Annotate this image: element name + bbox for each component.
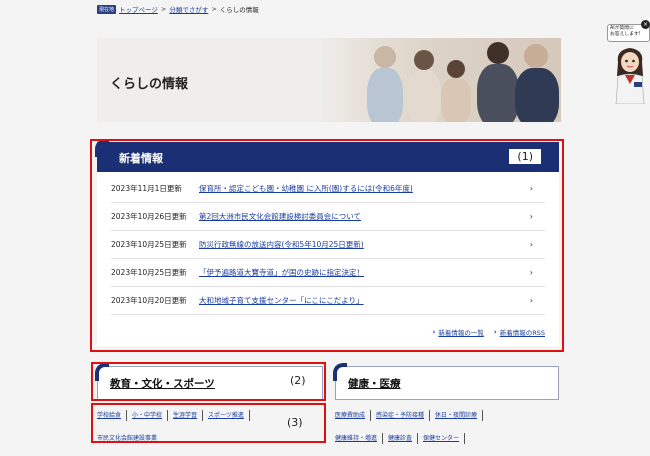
hero-banner: くらしの情報 [97, 38, 561, 122]
category-health[interactable]: 健康・医療 [333, 363, 559, 400]
subcategory-link[interactable]: 休日・夜間診療 [430, 410, 484, 421]
annotation-box-1 [90, 139, 564, 352]
family-photo [319, 38, 561, 122]
subcategory-link[interactable]: 保健センター [418, 433, 466, 444]
subcategory-link[interactable]: 医療費助成 [335, 410, 372, 421]
breadcrumb-separator: > [211, 5, 217, 13]
subcategory-link[interactable]: 感染症・予防接種 [371, 410, 431, 421]
close-icon[interactable]: × [641, 20, 650, 29]
breadcrumb-separator: > [160, 5, 167, 13]
ai-assistant-character-icon[interactable] [610, 44, 650, 104]
page-title: くらしの情報 [110, 77, 189, 92]
breadcrumb: 現在地 トップページ > 分類でさがす > くらしの情報 [97, 4, 259, 14]
annotation-box-2 [91, 362, 326, 401]
breadcrumb-top[interactable]: トップページ [119, 4, 158, 14]
ai-helper-widget[interactable]: AIが質問に お答えします! × [607, 20, 650, 104]
heading-curl-decoration [333, 363, 347, 381]
current-location-badge: 現在地 [97, 4, 117, 14]
annotation-box-3 [91, 403, 326, 443]
category-health-links: 医療費助成 感染症・予防接種 休日・夜間診療 健康維持・増進 健康診査 保健セン… [335, 410, 484, 456]
breadcrumb-category[interactable]: 分類でさがす [169, 4, 208, 14]
category-health-link[interactable]: 健康・医療 [348, 376, 401, 391]
subcategory-link[interactable]: 健康維持・増進 [335, 433, 384, 444]
breadcrumb-current: くらしの情報 [219, 6, 259, 14]
ai-helper-text: AIが質問に お答えします! [610, 26, 641, 37]
subcategory-link[interactable]: 健康診査 [383, 433, 419, 444]
